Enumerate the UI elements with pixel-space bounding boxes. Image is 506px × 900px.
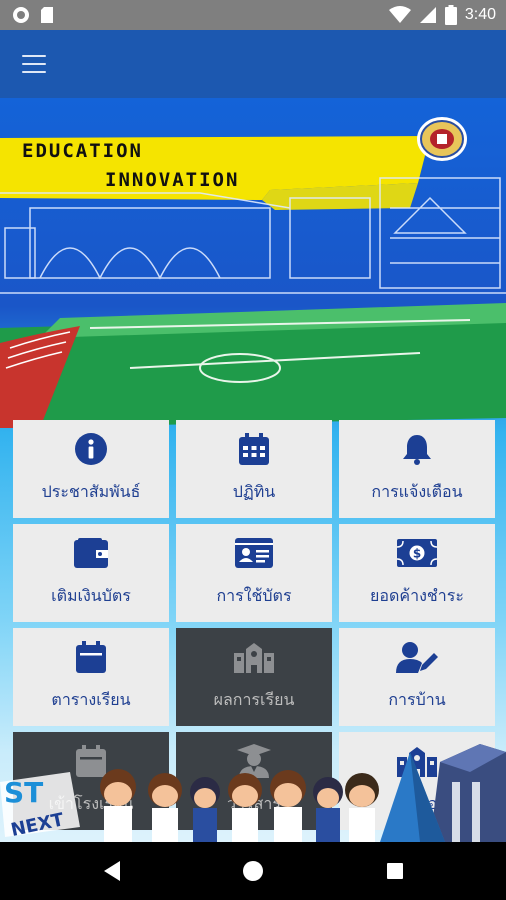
calendar-icon [239, 433, 269, 465]
menu-tile-grades[interactable]: ผลการเรียน [176, 628, 332, 726]
footer-illustration: ST NEXT [0, 732, 506, 842]
menu-tile-label: ตารางเรียน [51, 690, 131, 709]
notification-circle-icon [13, 7, 29, 23]
wifi-icon [388, 6, 411, 23]
menu-tile-label: การใช้บัตร [216, 586, 292, 605]
hamburger-menu-icon[interactable] [14, 46, 54, 82]
battery-icon [444, 5, 457, 25]
banner-title-line1: EDUCATION [22, 140, 143, 162]
wallet-icon [74, 538, 108, 568]
main-content: EDUCATION INNOVATION ประชาสัมพันธ์ ปฏิทิ… [0, 98, 506, 842]
back-icon[interactable] [92, 856, 132, 886]
app-bar [0, 30, 506, 98]
menu-tile-label: ยอดค้างชำระ [370, 586, 464, 605]
menu-tile-outstanding[interactable]: $ ยอดค้างชำระ [339, 524, 495, 622]
signal-icon [419, 7, 436, 23]
school-seal-logo [417, 117, 467, 161]
menu-tile-label: ปฏิทิน [232, 482, 276, 501]
home-icon[interactable] [233, 856, 273, 886]
menu-tile-card-usage[interactable]: การใช้บัตร [176, 524, 332, 622]
menu-tile-calendar[interactable]: ปฏิทิน [176, 420, 332, 518]
menu-tile-label: ประชาสัมพันธ์ [41, 482, 141, 501]
footer-logo-st: ST [4, 776, 43, 809]
menu-tile-news[interactable]: ประชาสัมพันธ์ [13, 420, 169, 518]
banner-title-line2: INNOVATION [105, 169, 240, 191]
sd-card-icon [41, 7, 53, 23]
menu-tile-label: การบ้าน [388, 690, 446, 709]
menu-tile-label: เติมเงินบัตร [51, 586, 131, 605]
students-illustration: ST NEXT [0, 744, 506, 842]
navigation-bar [0, 842, 506, 900]
recents-icon[interactable] [375, 856, 415, 886]
id-card-icon [235, 538, 273, 568]
status-bar: 3:40 [0, 0, 506, 30]
school-icon [234, 643, 274, 673]
bell-icon [403, 435, 431, 465]
info-icon [75, 433, 107, 465]
menu-tile-notifications[interactable]: การแจ้งเตือน [339, 420, 495, 518]
menu-tile-label: การแจ้งเตือน [371, 482, 463, 501]
menu-tile-label: ผลการเรียน [213, 690, 295, 709]
user-edit-icon [396, 642, 438, 673]
menu-tile-homework[interactable]: การบ้าน [339, 628, 495, 726]
timetable-icon [76, 641, 106, 673]
svg-text:$: $ [413, 547, 421, 561]
money-bill-icon: $ [397, 539, 437, 567]
status-time: 3:40 [464, 6, 496, 23]
menu-tile-topup[interactable]: เติมเงินบัตร [13, 524, 169, 622]
banner: EDUCATION INNOVATION [0, 98, 506, 458]
menu-tile-timetable[interactable]: ตารางเรียน [13, 628, 169, 726]
